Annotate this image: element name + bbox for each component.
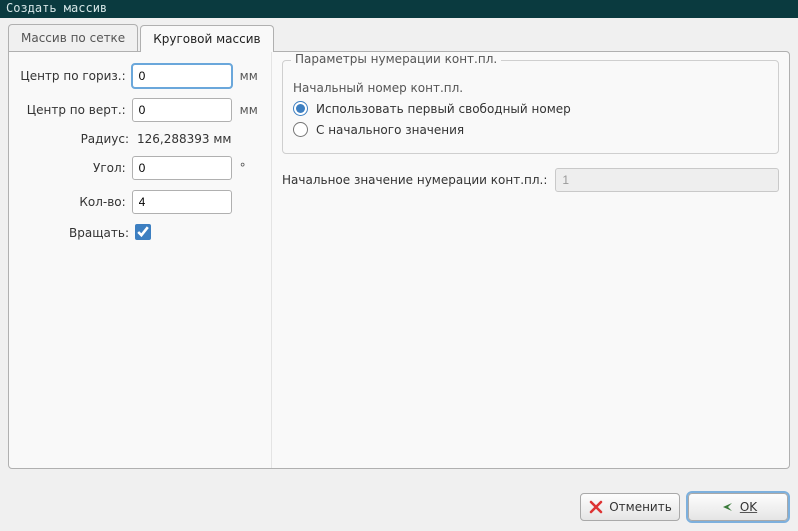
angle-input[interactable] xyxy=(132,156,232,180)
radio-first-free[interactable] xyxy=(293,101,308,116)
ok-icon xyxy=(719,499,735,515)
tab-circular-array[interactable]: Круговой массив xyxy=(140,25,273,52)
circular-params-panel: Центр по гориз.: мм Центр по верт.: мм Р… xyxy=(9,52,271,468)
radio-from-start-label: С начального значения xyxy=(316,123,464,137)
count-label: Кол-во: xyxy=(19,195,132,209)
tab-bar: Массив по сетке Круговой массив xyxy=(8,24,790,51)
numbering-groupbox: Параметры нумерации конт.пл. Начальный н… xyxy=(282,60,779,154)
rotate-label: Вращать: xyxy=(19,226,135,240)
initial-number-title: Начальный номер конт.пл. xyxy=(293,81,768,95)
cancel-icon xyxy=(588,499,604,515)
center-vertical-label: Центр по верт.: xyxy=(19,103,132,117)
ok-button[interactable]: OK xyxy=(688,493,788,521)
radius-value: 126,288393 мм xyxy=(135,132,231,146)
center-vertical-input[interactable] xyxy=(132,98,232,122)
dialog-button-bar: Отменить OK xyxy=(0,487,798,531)
cancel-button-label: Отменить xyxy=(609,500,672,514)
numbering-group-title: Параметры нумерации конт.пл. xyxy=(291,52,501,66)
tab-panel: Центр по гориз.: мм Центр по верт.: мм Р… xyxy=(8,51,790,469)
rotate-checkbox[interactable] xyxy=(135,224,151,240)
radio-from-start[interactable] xyxy=(293,122,308,137)
count-input[interactable] xyxy=(132,190,232,214)
window-title: Создать массив xyxy=(0,0,798,18)
radio-first-free-label: Использовать первый свободный номер xyxy=(316,102,571,116)
center-horizontal-label: Центр по гориз.: xyxy=(19,69,132,83)
dialog-window: Массив по сетке Круговой массив Центр по… xyxy=(0,18,798,531)
angle-unit: ° xyxy=(232,161,261,175)
cancel-button[interactable]: Отменить xyxy=(580,493,680,521)
center-horizontal-input[interactable] xyxy=(132,64,232,88)
angle-label: Угол: xyxy=(19,161,132,175)
start-value-label: Начальное значение нумерации конт.пл.: xyxy=(282,173,547,187)
tab-grid-array[interactable]: Массив по сетке xyxy=(8,24,138,51)
ok-button-label: OK xyxy=(740,500,757,514)
radius-label: Радиус: xyxy=(19,132,135,146)
center-vertical-unit: мм xyxy=(232,103,261,117)
start-value-input xyxy=(555,168,779,192)
numbering-panel: Параметры нумерации конт.пл. Начальный н… xyxy=(271,52,789,468)
center-horizontal-unit: мм xyxy=(232,69,261,83)
